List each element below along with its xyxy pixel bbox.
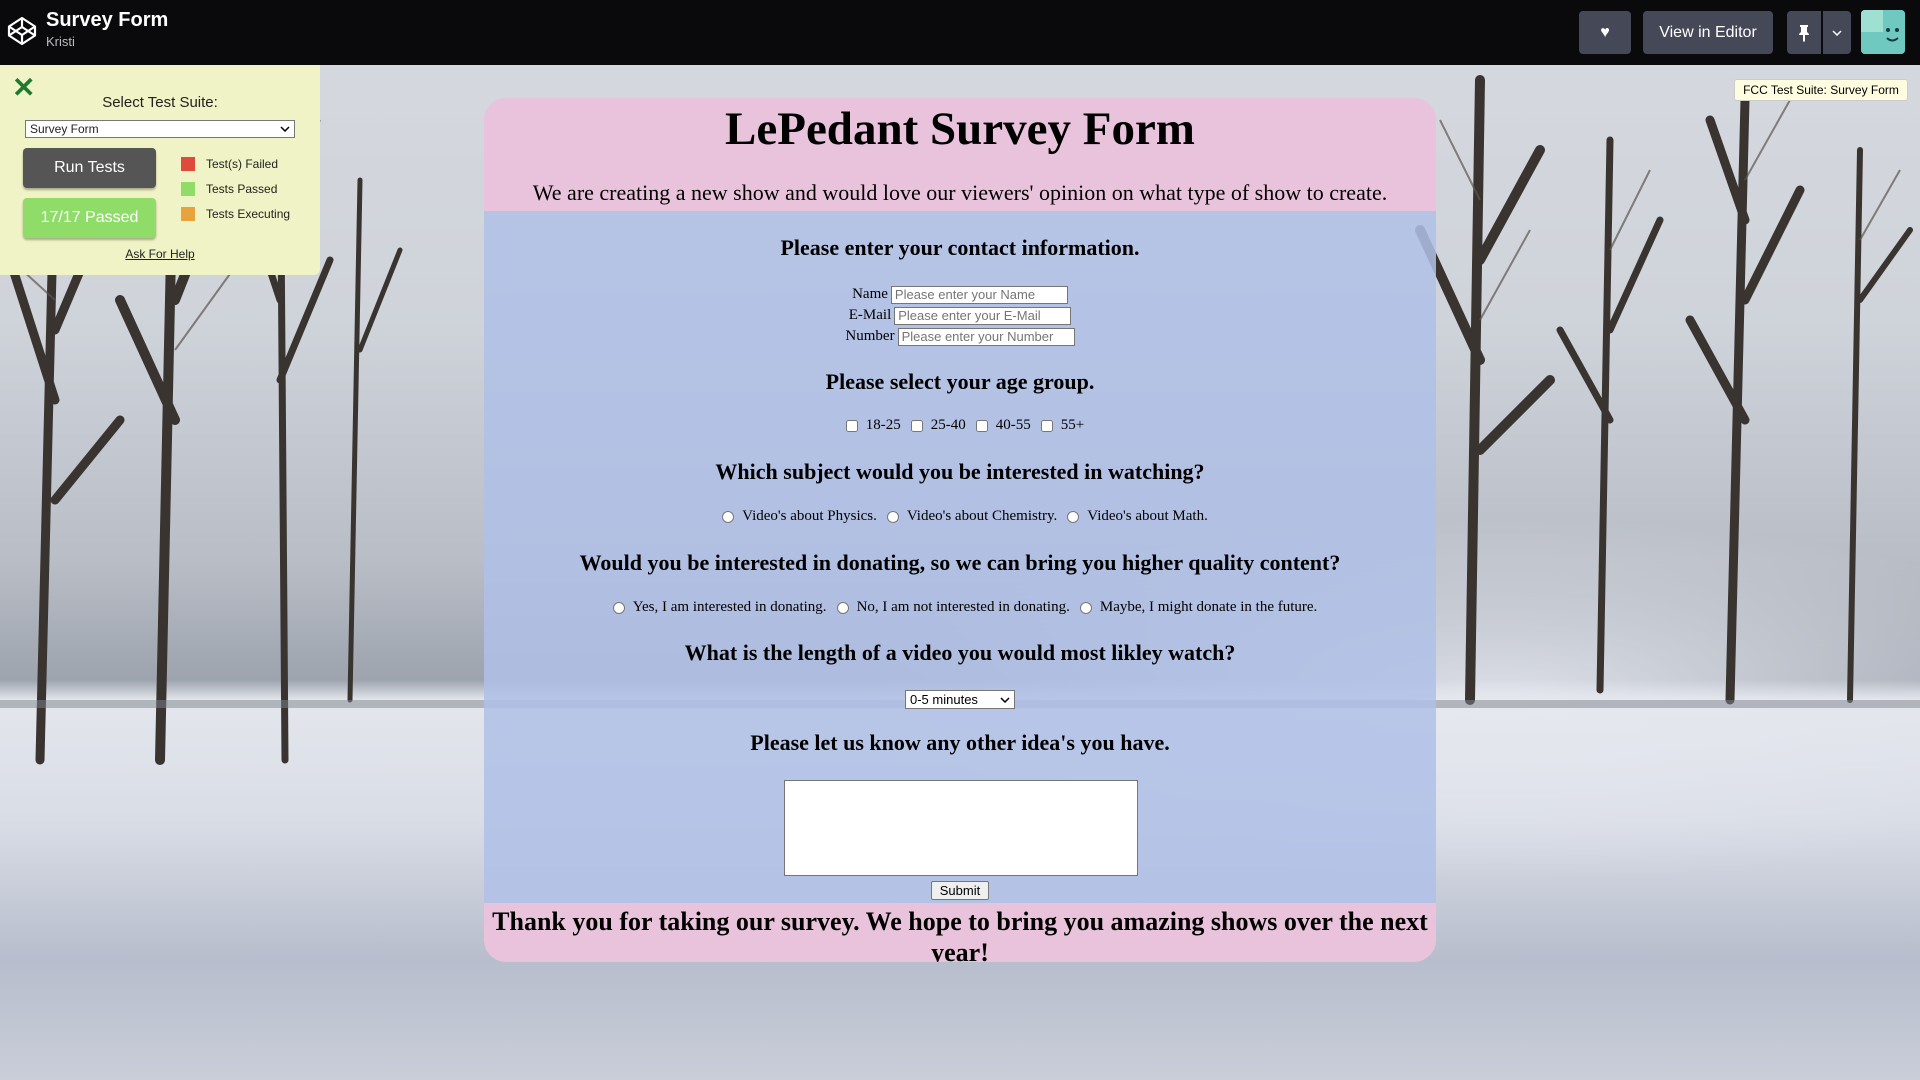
subject-label: Video's about Physics. [742, 508, 877, 524]
email-row: E-Mail [484, 305, 1436, 326]
view-in-editor-button[interactable]: View in Editor [1643, 11, 1773, 54]
fcc-test-suite-badge: FCC Test Suite: Survey Form [1734, 79, 1908, 101]
page-description: We are creating a new show and would lov… [532, 180, 1388, 205]
donate-radio-yes[interactable] [612, 601, 625, 614]
subject-radio-physics[interactable] [722, 510, 735, 523]
age-label: 18-25 [865, 417, 901, 433]
age-label: 55+ [1060, 417, 1085, 433]
survey-form-card: LePedant Survey Form We are creating a n… [484, 98, 1436, 962]
ideas-heading: Please let us know any other idea's you … [750, 730, 1170, 755]
donate-heading: Would you be interested in donating, so … [579, 550, 1341, 575]
age-checkbox-18-25[interactable] [845, 419, 858, 432]
name-row: Name [484, 284, 1436, 305]
donate-radio-maybe[interactable] [1079, 601, 1092, 614]
ideas-textarea[interactable] [784, 780, 1138, 876]
subject-label: Video's about Math. [1087, 508, 1208, 524]
age-checkbox-40-55[interactable] [975, 419, 988, 432]
email-label: E-Mail [848, 307, 892, 323]
name-label: Name [852, 286, 888, 302]
contact-fields: Name E-Mail Number [484, 284, 1436, 347]
avatar[interactable] [1861, 10, 1905, 54]
legend-label: Tests Passed [206, 182, 278, 196]
footer-text: Thank you for taking our survey. We hope… [492, 907, 1428, 962]
donate-options: Yes, I am interested in donating. No, I … [484, 599, 1436, 616]
length-heading: What is the length of a video you would … [684, 640, 1236, 665]
pen-title: Survey Form [46, 9, 169, 31]
legend-passed: Tests Passed [181, 182, 277, 196]
age-label: 40-55 [995, 417, 1031, 433]
pin-icon [1799, 24, 1809, 42]
subject-radio-chemistry[interactable] [886, 510, 899, 523]
subject-radio-math[interactable] [1067, 510, 1080, 523]
number-label: Number [845, 328, 895, 344]
donate-radio-no[interactable] [836, 601, 849, 614]
age-label: 25-40 [930, 417, 966, 433]
video-length-selected: 0-5 minutes [910, 692, 978, 707]
submit-button[interactable]: Submit [931, 881, 989, 900]
card-footer: Thank you for taking our survey. We hope… [484, 903, 1436, 962]
subject-options: Video's about Physics. Video's about Che… [484, 508, 1436, 525]
number-row: Number [484, 326, 1436, 347]
age-options: 18-25 25-40 40-55 55+ [484, 417, 1436, 434]
codepen-logo-icon[interactable] [6, 15, 38, 47]
email-input[interactable] [894, 306, 1072, 325]
age-checkbox-25-40[interactable] [910, 419, 923, 432]
select-test-suite-label: Select Test Suite: [102, 94, 218, 111]
chevron-down-icon [1832, 29, 1842, 36]
heart-icon: ♥ [1600, 23, 1610, 41]
age-heading: Please select your age group. [825, 369, 1095, 394]
passed-swatch [181, 182, 195, 196]
run-tests-button[interactable]: Run Tests [23, 148, 156, 188]
donate-label: Yes, I am interested in donating. [632, 599, 827, 615]
ask-for-help-link[interactable]: Ask For Help [0, 247, 320, 261]
pen-author[interactable]: Kristi [46, 34, 75, 49]
pin-button[interactable] [1787, 11, 1821, 54]
donate-label: No, I am not interested in donating. [856, 599, 1070, 615]
name-input[interactable] [890, 285, 1068, 304]
fcc-test-panel: ✕ Select Test Suite: Survey Form Run Tes… [0, 65, 320, 275]
pin-menu-button[interactable] [1823, 11, 1851, 54]
test-suite-select[interactable]: Survey Form [25, 120, 295, 138]
legend-label: Tests Executing [206, 207, 291, 221]
number-input[interactable] [897, 327, 1075, 346]
chevron-down-icon [280, 126, 290, 132]
legend-label: Test(s) Failed [206, 157, 279, 171]
page-title: LePedant Survey Form [725, 103, 1195, 155]
test-suite-selected: Survey Form [30, 122, 99, 136]
age-checkbox-55-plus[interactable] [1040, 419, 1053, 432]
executing-swatch [181, 207, 195, 221]
failed-swatch [181, 157, 195, 171]
legend-failed: Test(s) Failed [181, 157, 278, 171]
video-length-select[interactable]: 0-5 minutes [905, 690, 1015, 709]
contact-heading: Please enter your contact information. [780, 235, 1140, 260]
tests-passed-button[interactable]: 17/17 Passed [23, 198, 156, 238]
chevron-down-icon [1000, 696, 1010, 703]
donate-label: Maybe, I might donate in the future. [1099, 599, 1318, 615]
top-bar: Survey Form Kristi ♥ View in Editor [0, 0, 1920, 65]
heart-button[interactable]: ♥ [1579, 11, 1631, 54]
subject-heading: Which subject would you be interested in… [715, 459, 1205, 484]
legend-executing: Tests Executing [181, 207, 290, 221]
subject-label: Video's about Chemistry. [906, 508, 1058, 524]
